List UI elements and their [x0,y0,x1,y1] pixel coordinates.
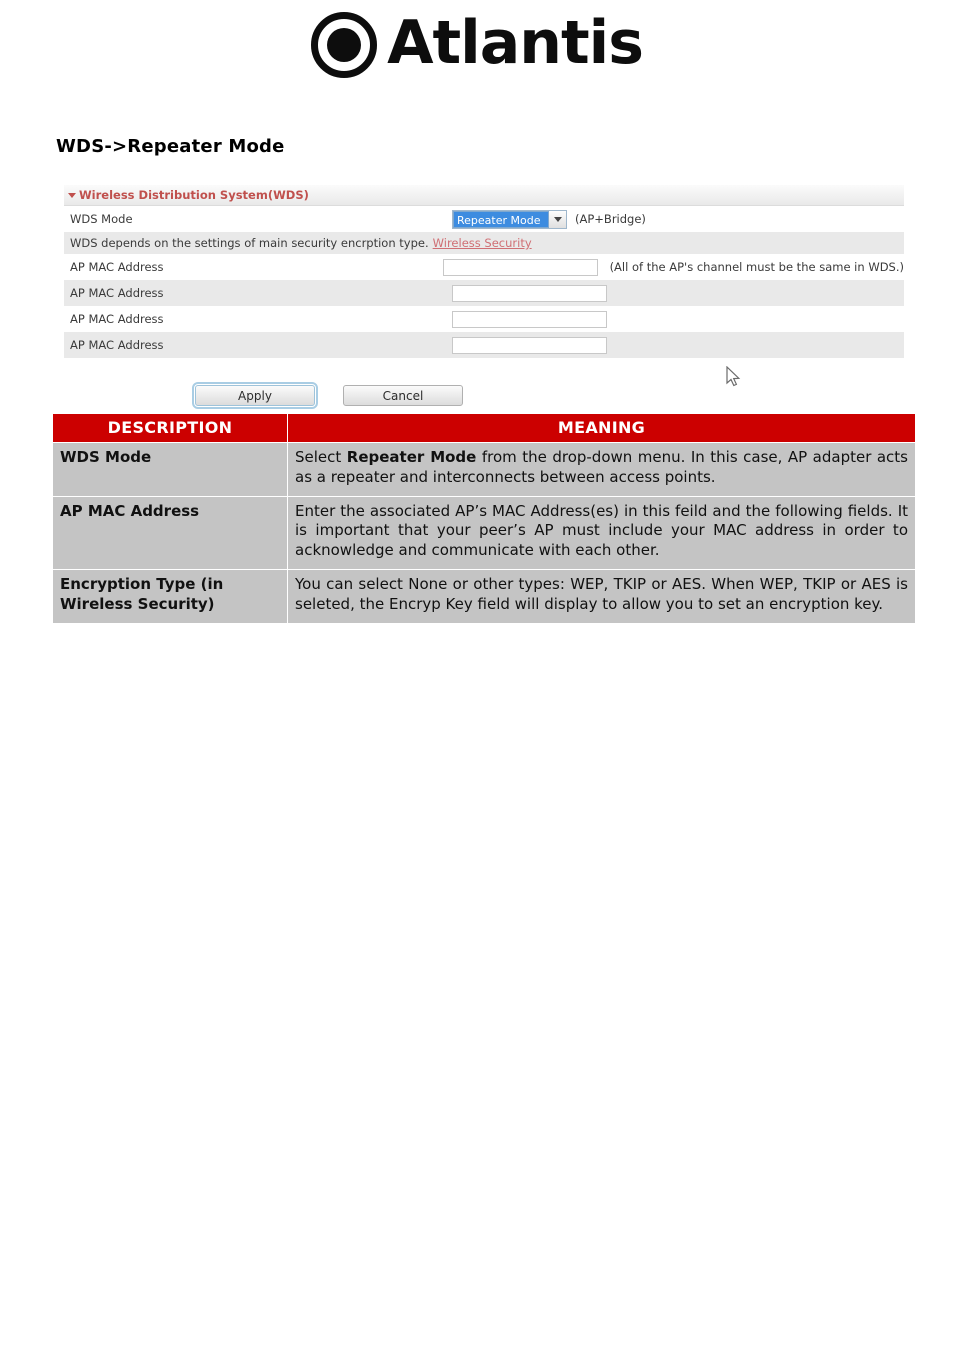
brand-logo: Atlantis [0,12,954,78]
ap-mac-row: AP MAC Address [64,332,904,358]
apply-button[interactable]: Apply [192,382,318,409]
chevron-down-icon[interactable] [549,210,566,228]
ap-mac-input-4[interactable] [452,336,607,354]
ap-mac-row: AP MAC Address (All of the AP's channel … [64,254,904,280]
meaning-pre: Select [295,448,347,466]
ap-mac-label: AP MAC Address [70,338,164,352]
circle-dot-icon [311,12,378,78]
meaning-pre: Enter the associated AP’s MAC Address(es… [295,501,908,560]
table-row: AP MAC Address Enter the associated AP’s… [52,495,916,570]
ap-mac-label: AP MAC Address [70,312,164,326]
wds-depends-note: WDS depends on the settings of main secu… [64,232,904,254]
meaning-keyword: Repeater Mode [346,448,477,466]
wireless-security-link[interactable]: Wireless Security [433,236,532,250]
wds-mode-selected-value: Repeater Mode [453,210,549,228]
ap-mac-input-1[interactable] [442,258,598,276]
wds-mode-suffix: (AP+Bridge) [575,212,646,226]
ap-mac-label: AP MAC Address [70,260,164,274]
panel-button-bar: Apply Cancel [192,382,463,409]
table-header-row: DESCRIPTION MEANING [52,413,916,443]
cancel-button[interactable]: Cancel [343,385,463,406]
row-description: Encryption Type (in Wireless Security) [52,568,288,624]
row-description: AP MAC Address [52,495,288,570]
wds-section-header[interactable]: Wireless Distribution System(WDS) [64,185,904,206]
table-row: WDS Mode Select Repeater Mode from the d… [52,442,916,497]
ap-mac-input-3[interactable] [452,310,607,328]
wds-section-title: Wireless Distribution System(WDS) [79,188,309,202]
mouse-pointer-icon [726,366,741,387]
wds-mode-label: WDS Mode [70,212,133,226]
triangle-down-icon[interactable] [68,193,76,198]
ap-mac-input-2[interactable] [452,284,607,302]
row-meaning: Select Repeater Mode from the drop-down … [287,442,916,497]
row-description: WDS Mode [52,442,288,497]
router-config-panel: Wireless Distribution System(WDS) WDS Mo… [64,185,904,372]
ap-mac-channel-hint: (All of the AP's channel must be the sam… [609,260,904,274]
wds-depends-text: WDS depends on the settings of main secu… [70,236,429,250]
header-meaning: MEANING [287,413,916,443]
row-meaning: You can select None or other types: WEP,… [287,568,916,624]
wds-mode-select[interactable]: Repeater Mode [452,209,567,229]
wds-mode-row: WDS Mode Repeater Mode (AP+Bridge) [64,206,904,232]
header-description: DESCRIPTION [52,413,288,443]
ap-mac-label: AP MAC Address [70,286,164,300]
meaning-pre: You can select None or other types: WEP,… [295,574,908,613]
description-meaning-table: DESCRIPTION MEANING WDS Mode Select Repe… [52,413,916,624]
ap-mac-row: AP MAC Address [64,280,904,306]
ap-mac-row: AP MAC Address [64,306,904,332]
brand-name: Atlantis [387,8,644,78]
page-title: WDS->Repeater Mode [56,136,285,157]
row-meaning: Enter the associated AP’s MAC Address(es… [287,495,916,570]
panel-footer-spacer [64,358,904,372]
table-row: Encryption Type (in Wireless Security) Y… [52,568,916,624]
